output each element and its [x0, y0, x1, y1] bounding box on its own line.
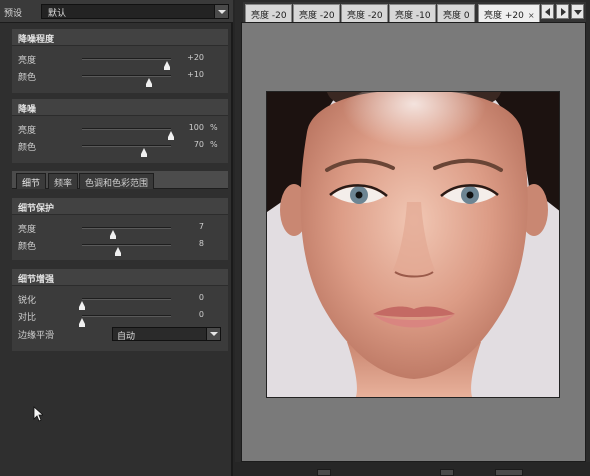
- preset-select[interactable]: 默认: [41, 4, 229, 19]
- slider-thumb[interactable]: [110, 230, 117, 239]
- slider-row-noise-amount-color: 颜色 +10: [12, 68, 228, 87]
- edge-smoothing-row: 边缘平滑 自动: [12, 326, 228, 342]
- slider-label: 颜色: [18, 143, 37, 153]
- preview-canvas[interactable]: [241, 22, 586, 462]
- edge-smoothing-value: 自动: [117, 332, 136, 342]
- slider-unit: %: [210, 123, 218, 132]
- chevron-down-icon: [218, 10, 226, 14]
- slider-thumb[interactable]: [168, 131, 174, 140]
- slider-track[interactable]: [82, 58, 171, 70]
- tab-tone-color-range[interactable]: 色调和色彩范围: [79, 173, 155, 189]
- edge-smoothing-label: 边缘平滑: [18, 331, 55, 341]
- slider-row-contrast: 对比 0: [12, 308, 228, 327]
- tab-frequency[interactable]: 频率: [48, 173, 79, 189]
- tab-list-button[interactable]: [571, 4, 584, 19]
- slider-label: 对比: [18, 313, 37, 323]
- slider-track[interactable]: [82, 244, 171, 256]
- close-icon[interactable]: ×: [528, 11, 535, 20]
- slider-label: 颜色: [18, 73, 37, 83]
- section-title: 细节增强: [12, 269, 228, 286]
- slider-thumb[interactable]: [79, 318, 85, 327]
- slider-thumb[interactable]: [79, 301, 85, 310]
- bottom-toolbar: [235, 462, 590, 476]
- section-title: 细节保护: [12, 198, 228, 215]
- slider-unit: %: [210, 140, 218, 149]
- slider-row-noise-amount-luminance: 亮度 +20: [12, 51, 228, 70]
- zoom-out-button[interactable]: [317, 469, 331, 476]
- slider-value: 7: [198, 222, 204, 231]
- preview-area: 亮度 -20 亮度 -20 亮度 -20 亮度 -10 亮度 0 亮度 +20 ×: [235, 0, 590, 476]
- zoom-fit-button[interactable]: [495, 469, 523, 476]
- section-noise-reduction: 降噪 亮度 100 % 颜色 70 %: [12, 99, 228, 163]
- doc-tab-active[interactable]: 亮度 +20 ×: [478, 4, 540, 22]
- slider-value: 70: [193, 140, 204, 149]
- tab-scroll-right-button[interactable]: [556, 4, 569, 19]
- arrow-right-icon: [561, 8, 566, 16]
- tab-scroll-left-button[interactable]: [541, 4, 554, 19]
- slider-row-detail-protect-luminance: 亮度 7: [12, 220, 228, 239]
- slider-track[interactable]: [79, 298, 171, 310]
- edge-smoothing-dropdown-button[interactable]: [206, 328, 220, 340]
- doc-tab[interactable]: 亮度 -20: [293, 4, 340, 22]
- slider-row-noise-reduction-color: 颜色 70 %: [12, 138, 228, 157]
- preset-value: 默认: [48, 9, 67, 19]
- slider-row-noise-reduction-luminance: 亮度 100 %: [12, 121, 228, 140]
- chevron-down-icon: [574, 10, 582, 15]
- slider-track[interactable]: [82, 227, 171, 239]
- preset-row: 预设 默认: [0, 0, 233, 23]
- slider-label: 颜色: [18, 242, 37, 252]
- slider-track[interactable]: [82, 145, 171, 157]
- settings-panel: 预设 默认 降噪程度 亮度 +20 颜色 +10 降噪 亮度 100 % 颜色 …: [0, 0, 233, 476]
- zoom-in-button[interactable]: [440, 469, 454, 476]
- slider-label: 亮度: [18, 56, 37, 66]
- doc-tab[interactable]: 亮度 0: [437, 4, 475, 22]
- slider-thumb[interactable]: [141, 148, 148, 157]
- slider-value: 0: [198, 293, 204, 302]
- section-title: 降噪程度: [12, 29, 228, 46]
- arrow-left-icon: [545, 8, 550, 16]
- slider-row-sharpen: 锐化 0: [12, 291, 228, 310]
- slider-label: 亮度: [18, 225, 37, 235]
- chevron-down-icon: [210, 332, 218, 336]
- section-detail-protect: 细节保护 亮度 7 颜色 8: [12, 198, 228, 260]
- slider-label: 锐化: [18, 296, 37, 306]
- portrait-face-image: [267, 92, 559, 397]
- section-noise-amount: 降噪程度 亮度 +20 颜色 +10: [12, 29, 228, 93]
- preset-label: 预设: [4, 9, 23, 19]
- doc-tab[interactable]: 亮度 -20: [245, 4, 292, 22]
- slider-thumb[interactable]: [114, 247, 121, 256]
- slider-value: +10: [187, 70, 204, 79]
- detail-tabs: 细节 频率 色调和色彩范围: [12, 171, 228, 189]
- doc-tab[interactable]: 亮度 -10: [389, 4, 436, 22]
- slider-track[interactable]: [79, 315, 171, 327]
- edge-smoothing-select[interactable]: 自动: [112, 327, 221, 342]
- mouse-pointer-icon: [33, 406, 43, 422]
- preset-dropdown-button[interactable]: [214, 5, 228, 18]
- slider-label: 亮度: [18, 126, 37, 136]
- slider-value: +20: [187, 53, 204, 62]
- document-tabbar: 亮度 -20 亮度 -20 亮度 -20 亮度 -10 亮度 0 亮度 +20 ×: [243, 2, 586, 22]
- slider-value: 100: [188, 123, 204, 132]
- portrait-image: [266, 91, 560, 398]
- slider-thumb[interactable]: [145, 78, 152, 87]
- doc-tab-label: 亮度 +20: [484, 11, 524, 21]
- section-detail-enhance: 细节增强 锐化 0 对比 0 边缘平滑 自动: [12, 269, 228, 351]
- slider-track[interactable]: [82, 75, 171, 87]
- tab-detail[interactable]: 细节: [16, 173, 47, 189]
- doc-tab[interactable]: 亮度 -20: [341, 4, 388, 22]
- slider-track[interactable]: [82, 128, 174, 140]
- slider-row-detail-protect-color: 颜色 8: [12, 237, 228, 256]
- slider-value: 0: [198, 310, 204, 319]
- slider-thumb[interactable]: [164, 61, 171, 70]
- section-title: 降噪: [12, 99, 228, 116]
- slider-value: 8: [198, 239, 204, 248]
